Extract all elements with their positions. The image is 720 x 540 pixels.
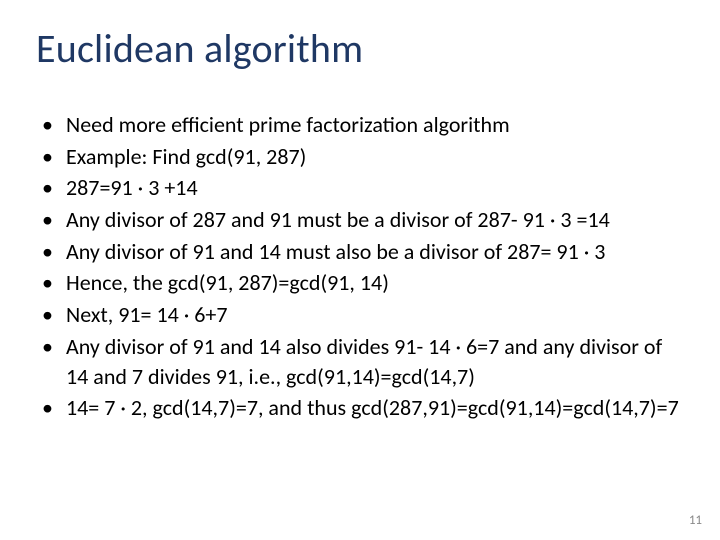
bullet-list: Need more efficient prime factorization … [36, 110, 680, 423]
bullet-item: Next, 91= 14 · 6+7 [36, 300, 680, 330]
bullet-item: Hence, the gcd(91, 287)=gcd(91, 14) [36, 268, 680, 298]
slide-title: Euclidean algorithm [36, 24, 363, 73]
bullet-item: Any divisor of 91 and 14 must also be a … [36, 237, 680, 267]
slide-body: Need more efficient prime factorization … [36, 110, 680, 425]
bullet-item: 14= 7 · 2, gcd(14,7)=7, and thus gcd(287… [36, 393, 680, 423]
bullet-item: Any divisor of 287 and 91 must be a divi… [36, 205, 680, 235]
bullet-item: 287=91 · 3 +14 [36, 173, 680, 203]
bullet-item: Example: Find gcd(91, 287) [36, 142, 680, 172]
page-number: 11 [689, 513, 702, 528]
slide: Euclidean algorithm Need more efficient … [0, 0, 720, 540]
bullet-item: Any divisor of 91 and 14 also divides 91… [36, 332, 680, 391]
bullet-item: Need more efficient prime factorization … [36, 110, 680, 140]
